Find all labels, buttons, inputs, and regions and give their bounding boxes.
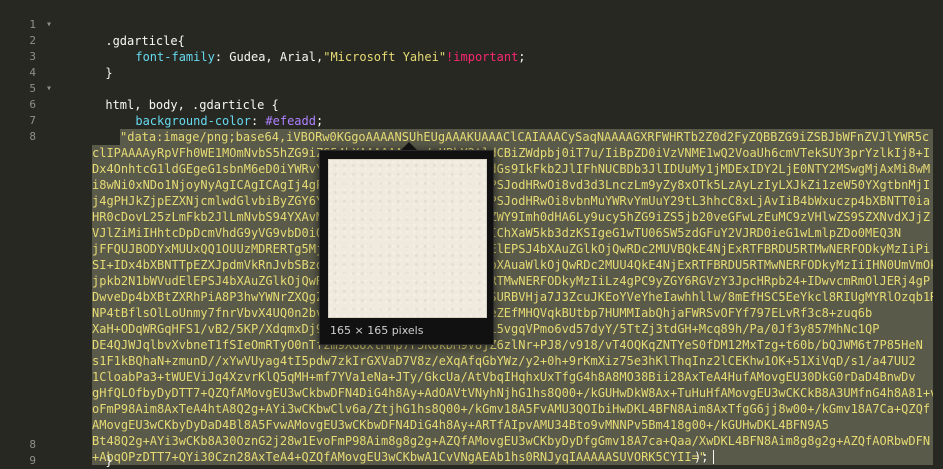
base64-line: Bt48Q2g+AYi3wCKb8A30OznG2j28w1EvoFmP98Ai… (92, 433, 940, 449)
css-semicolon: ; (518, 50, 526, 64)
css-colon: : (214, 50, 230, 64)
base64-line: VJlZiMiIHhtcDpDcmVhdG9yVG9vbD0iQWRvYmUgU… (92, 225, 940, 241)
line-number-gutter: 1 ▾ 2 3 4 5 ▾ 6 7 8 8 9 (0, 0, 52, 469)
css-brace: } (105, 454, 113, 468)
css-important: !important (446, 50, 519, 64)
base64-line: clIPAAAAyRpVFh0WE1MOmNvbS5hZG9iZS54bXAAA… (92, 145, 940, 161)
line-number: 9 (29, 454, 36, 467)
code-line-5: html, body, .gdarticle { (62, 81, 278, 112)
base64-line: Dx4OnhtcG1ldGEgeG1sbnM6eD0iYWRvYmU6bnM6b… (92, 161, 940, 177)
css-brace: } (105, 66, 113, 80)
base64-line: j4gPHJkZjpEZXNjcmlwdGlvbiByZGY6YWJvdXQ9I… (92, 193, 940, 209)
base64-line: "data:image/png;base64,iVBORw0KGgoAAAANS… (120, 129, 940, 145)
base64-line: s1F1kBQhaN+zmunD//xYwVUyag4tI5pdw7zkIrGX… (92, 353, 940, 369)
css-value: Gudea, Arial, (229, 50, 324, 64)
base64-line: jpkb2N1bWVudElEPSJ4bXAuZGlkOjQwRDc2MUU5Q… (92, 273, 940, 289)
line-number: 1 (29, 18, 36, 31)
css-property: font-family (135, 50, 215, 64)
code-line-6: background-color: #efeadd; (92, 97, 323, 128)
line-number: 5 (29, 82, 36, 95)
base64-line: i8wNi0xNDo1NjoyNyAgICAgICAgIj4gPHJkZjpSR… (92, 177, 940, 193)
base64-line: SI+IDx4bXBNTTpEZXJpdmVkRnJvbSBzdFJlZjppb… (92, 257, 940, 273)
base64-line: oFmP98Aim8AxTeA4htA8Q2g+AYi3wCKbwClv6a/Z… (92, 401, 940, 417)
code-line-7: background-image: (92, 113, 258, 144)
css-string: "Microsoft Yahei" (323, 50, 447, 64)
base64-line: DE4QJWJqlbvXvbneT1fSIeOmRTyO0nTfzm9XGUxt… (92, 337, 940, 353)
base64-line: NP4tBflsOlLoUnmy7fnrVbvX4UQ0n2bvxtK57QKu… (92, 305, 940, 321)
text-cursor (713, 450, 714, 464)
line-number: 3 (29, 50, 36, 63)
line-number: 7 (29, 114, 36, 127)
line-number: 6 (29, 98, 36, 111)
base64-line: gHfQLOfbyDyDTT7+QZQfAMovgEU3wCkbwDFN4DiG… (92, 385, 940, 401)
image-preview-swatch (328, 159, 487, 318)
code-line-1: .gdarticle{ (62, 17, 184, 48)
base64-line: XaH+ODqWRGqHFS1/vB2/5KP/XdqmxDj9pLNNhI/t… (92, 321, 940, 337)
fold-toggle-icon[interactable]: ▾ (45, 81, 53, 97)
code-area[interactable]: .gdarticle{ font-family: Gudea, Arial,"M… (62, 0, 943, 469)
line-number: 4 (29, 66, 36, 79)
code-line-2: font-family: Gudea, Arial,"Microsoft Yah… (92, 33, 525, 64)
vertical-scrollbar[interactable] (933, 0, 943, 469)
css-semicolon: ; (315, 114, 324, 128)
fold-toggle-icon[interactable]: ▾ (45, 17, 53, 33)
base64-line: 1CloabPa3+tWUEViJq4XzvrKlQ5qMH+mf7YVa1eN… (92, 369, 940, 385)
image-preview-tooltip: 165 × 165 pixels (319, 150, 494, 345)
line-number: 8 (29, 130, 36, 143)
tooltip-arrow (401, 142, 417, 150)
css-value: #efeadd (265, 114, 316, 128)
code-line-3: } (62, 49, 112, 80)
line-number: 8 (29, 438, 36, 451)
code-line-9: } (62, 437, 112, 468)
base64-line: +AbqOPzDTT7+QYi30Czn28AxTeA4+QZQfAMovgEU… (92, 449, 940, 465)
base64-line: AMovgEU3wCKbyDyDaD4Bl8A5FvwAMovgEU3wCKbw… (92, 417, 940, 433)
image-dimensions-label: 165 × 165 pixels (330, 324, 424, 337)
base64-line: HR0cDovL25zLmFkb2JlLmNvbS94YXAvMS4wL21tL… (92, 209, 940, 225)
line-number: 2 (29, 34, 36, 47)
base64-line: jFFQUJBODYxMUUxQQ1OUUzMDRERTg5MjMzIiB4bX… (92, 241, 940, 257)
url-close-paren: ); (694, 450, 709, 464)
base64-line: DwveDp4bXBtZXRhPiA8P3hwYWNrZXQgZW5kPSJyI… (92, 289, 940, 305)
